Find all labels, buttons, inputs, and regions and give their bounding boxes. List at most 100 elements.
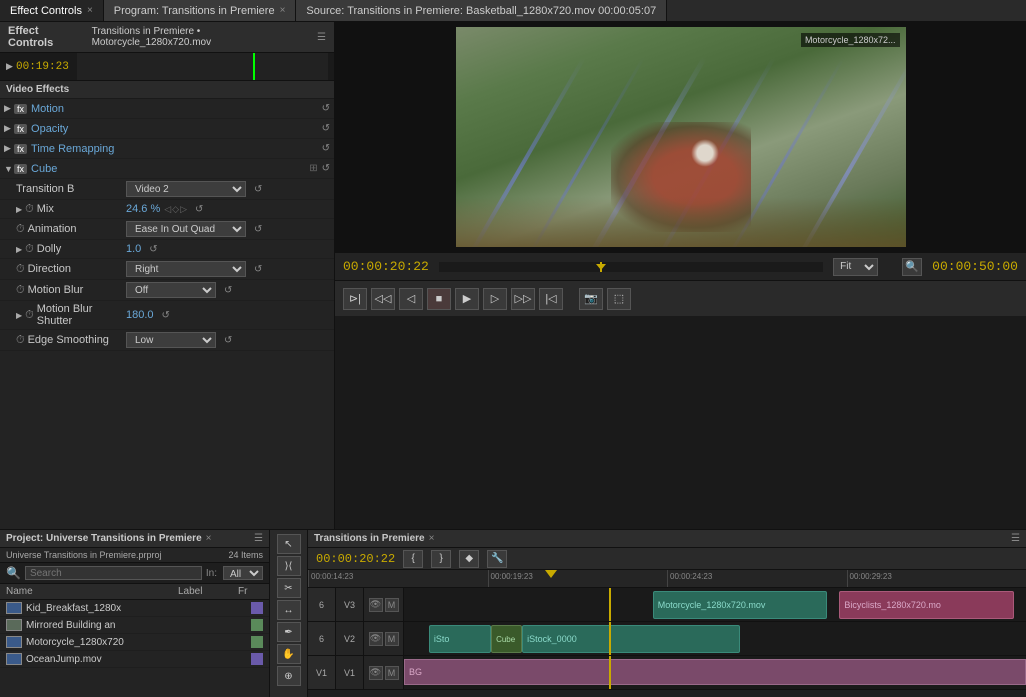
time-remap-reset[interactable]: ↺ bbox=[322, 143, 330, 154]
timeline-menu-icon[interactable]: ☰ bbox=[1011, 533, 1020, 544]
btn-next-frame[interactable]: ▷ bbox=[483, 288, 507, 310]
tab-program-monitor[interactable]: Program: Transitions in Premiere × bbox=[104, 0, 297, 21]
effect-row-time-remap[interactable]: ▶ fx Time Remapping ↺ bbox=[0, 139, 334, 159]
motion-blur-reset[interactable]: ↺ bbox=[224, 285, 232, 296]
smoothing-reset[interactable]: ↺ bbox=[224, 335, 232, 346]
transition-b-dropdown[interactable]: Video 2 bbox=[126, 181, 246, 197]
tab-effect-controls-close[interactable]: × bbox=[87, 5, 93, 16]
tab-source-monitor[interactable]: Source: Transitions in Premiere: Basketb… bbox=[296, 0, 667, 21]
mix-expand[interactable]: ▶ bbox=[16, 205, 22, 214]
smoothing-dropdown[interactable]: Low bbox=[126, 332, 216, 348]
v3-label: 6 bbox=[319, 600, 324, 610]
animation-row: ⏱ Animation Ease In Out Quad ↺ bbox=[0, 219, 334, 240]
clip-isto[interactable]: iSto bbox=[429, 625, 491, 653]
project-panel-close[interactable]: × bbox=[206, 533, 212, 544]
clip-cube-transition[interactable]: Cube bbox=[491, 625, 522, 653]
clip-bg-label: BG bbox=[409, 667, 422, 677]
effect-row-opacity[interactable]: ▶ fx Opacity ↺ bbox=[0, 119, 334, 139]
tool-slip[interactable]: ↔ bbox=[277, 600, 301, 620]
btn-goto-in[interactable]: ⊳| bbox=[343, 288, 367, 310]
btn-export-frame[interactable]: ⬚ bbox=[607, 288, 631, 310]
magnify-button[interactable]: 🔍 bbox=[902, 258, 922, 276]
tl-btn-in[interactable]: { bbox=[403, 550, 423, 568]
tl-btn-marker[interactable]: ◆ bbox=[459, 550, 479, 568]
opacity-reset[interactable]: ↺ bbox=[322, 123, 330, 134]
mix-prev[interactable]: ◁ bbox=[164, 204, 171, 215]
file-name: OceanJump.mov bbox=[26, 654, 247, 665]
transport-bar: ⊳| ◁◁ ◁ ■ ▶ ▷ ▷▷ |◁ 📷 ⬚ bbox=[335, 280, 1026, 316]
btn-goto-out[interactable]: |◁ bbox=[539, 288, 563, 310]
opacity-expand[interactable]: ▶ bbox=[4, 123, 14, 134]
cube-reset[interactable]: ↺ bbox=[322, 163, 330, 174]
dolly-expand[interactable]: ▶ bbox=[16, 245, 22, 254]
v2-lock-toggle[interactable]: M bbox=[385, 632, 399, 646]
dolly-reset[interactable]: ↺ bbox=[149, 244, 157, 255]
fit-dropdown[interactable]: Fit Full 50% 25% bbox=[833, 258, 878, 276]
motion-reset[interactable]: ↺ bbox=[322, 103, 330, 114]
cube-expand[interactable]: ▼ bbox=[4, 164, 14, 174]
time-remap-name: Time Remapping bbox=[31, 143, 318, 155]
track-v1-name: V1 bbox=[336, 656, 364, 689]
clip-motorcycle[interactable]: Motorcycle_1280x720.mov bbox=[653, 591, 827, 619]
tool-zoom[interactable]: ⊕ bbox=[277, 666, 301, 686]
strip-expand-arrow[interactable]: ▶ bbox=[6, 61, 16, 72]
shutter-expand[interactable]: ▶ bbox=[16, 311, 22, 320]
progress-bar[interactable] bbox=[439, 262, 823, 272]
animation-stopwatch[interactable]: ⏱ bbox=[16, 223, 25, 236]
direction-reset[interactable]: ↺ bbox=[254, 264, 262, 275]
time-remap-expand[interactable]: ▶ bbox=[4, 143, 14, 154]
list-item[interactable]: OceanJump.mov bbox=[0, 651, 269, 668]
list-item[interactable]: Kid_Breakfast_1280x bbox=[0, 600, 269, 617]
v1-eye-toggle[interactable]: 👁 bbox=[369, 666, 383, 680]
btn-prev-keyframe[interactable]: ◁◁ bbox=[371, 288, 395, 310]
tl-btn-out[interactable]: } bbox=[431, 550, 451, 568]
v3-eye-toggle[interactable]: 👁 bbox=[369, 598, 383, 612]
in-dropdown[interactable]: All bbox=[223, 566, 263, 580]
shutter-stopwatch[interactable]: ⏱ bbox=[25, 309, 34, 322]
mix-stopwatch[interactable]: ⏱ bbox=[25, 203, 34, 216]
tool-selection[interactable]: ↖ bbox=[277, 534, 301, 554]
tool-pen[interactable]: ✒ bbox=[277, 622, 301, 642]
tool-hand[interactable]: ✋ bbox=[277, 644, 301, 664]
timeline-close[interactable]: × bbox=[429, 533, 435, 544]
mix-reset[interactable]: ↺ bbox=[195, 204, 203, 215]
direction-stopwatch[interactable]: ⏱ bbox=[16, 263, 25, 276]
transition-b-reset[interactable]: ↺ bbox=[254, 184, 262, 195]
mix-next[interactable]: ▷ bbox=[180, 204, 187, 215]
btn-stop[interactable]: ■ bbox=[427, 288, 451, 310]
motion-blur-dropdown[interactable]: Off bbox=[126, 282, 216, 298]
tl-btn-wrench[interactable]: 🔧 bbox=[487, 550, 507, 568]
panel-menu-icon[interactable]: ☰ bbox=[317, 32, 326, 43]
motion-expand[interactable]: ▶ bbox=[4, 103, 14, 114]
btn-next-keyframe[interactable]: ▷▷ bbox=[511, 288, 535, 310]
list-item[interactable]: Motorcycle_1280x720 bbox=[0, 634, 269, 651]
v3-lock-toggle[interactable]: M bbox=[385, 598, 399, 612]
btn-prev-frame[interactable]: ◁ bbox=[399, 288, 423, 310]
effect-row-cube[interactable]: ▼ fx Cube ⊞ ↺ bbox=[0, 159, 334, 179]
clip-istock[interactable]: iStock_0000 bbox=[522, 625, 740, 653]
tool-razor[interactable]: ✂ bbox=[277, 578, 301, 598]
v2-eye-toggle[interactable]: 👁 bbox=[369, 632, 383, 646]
project-menu-icon[interactable]: ☰ bbox=[254, 533, 263, 544]
animation-dropdown[interactable]: Ease In Out Quad bbox=[126, 221, 246, 237]
animation-reset[interactable]: ↺ bbox=[254, 224, 262, 235]
clip-bg[interactable]: BG bbox=[404, 659, 1026, 685]
v1-lock-toggle[interactable]: M bbox=[385, 666, 399, 680]
dolly-stopwatch[interactable]: ⏱ bbox=[25, 243, 34, 256]
mix-diamond[interactable]: ◇ bbox=[172, 204, 179, 215]
btn-camera[interactable]: 📷 bbox=[579, 288, 603, 310]
shutter-reset[interactable]: ↺ bbox=[162, 310, 170, 321]
clip-motorcycle-label: Motorcycle_1280x720.mov bbox=[658, 600, 766, 610]
search-input[interactable] bbox=[25, 566, 202, 580]
tab-effect-controls[interactable]: Effect Controls × bbox=[0, 0, 104, 21]
tab-program-close[interactable]: × bbox=[280, 5, 286, 16]
motion-blur-stopwatch[interactable]: ⏱ bbox=[16, 284, 25, 297]
smoothing-stopwatch[interactable]: ⏱ bbox=[16, 334, 25, 347]
effect-row-motion[interactable]: ▶ fx Motion ↺ bbox=[0, 99, 334, 119]
btn-play[interactable]: ▶ bbox=[455, 288, 479, 310]
direction-dropdown[interactable]: Right bbox=[126, 261, 246, 277]
effect-controls-title: Effect Controls bbox=[8, 25, 84, 49]
list-item[interactable]: Mirrored Building an bbox=[0, 617, 269, 634]
tool-ripple[interactable]: ⟩⟨ bbox=[277, 556, 301, 576]
clip-bicyclists[interactable]: Bicyclists_1280x720.mo bbox=[839, 591, 1013, 619]
